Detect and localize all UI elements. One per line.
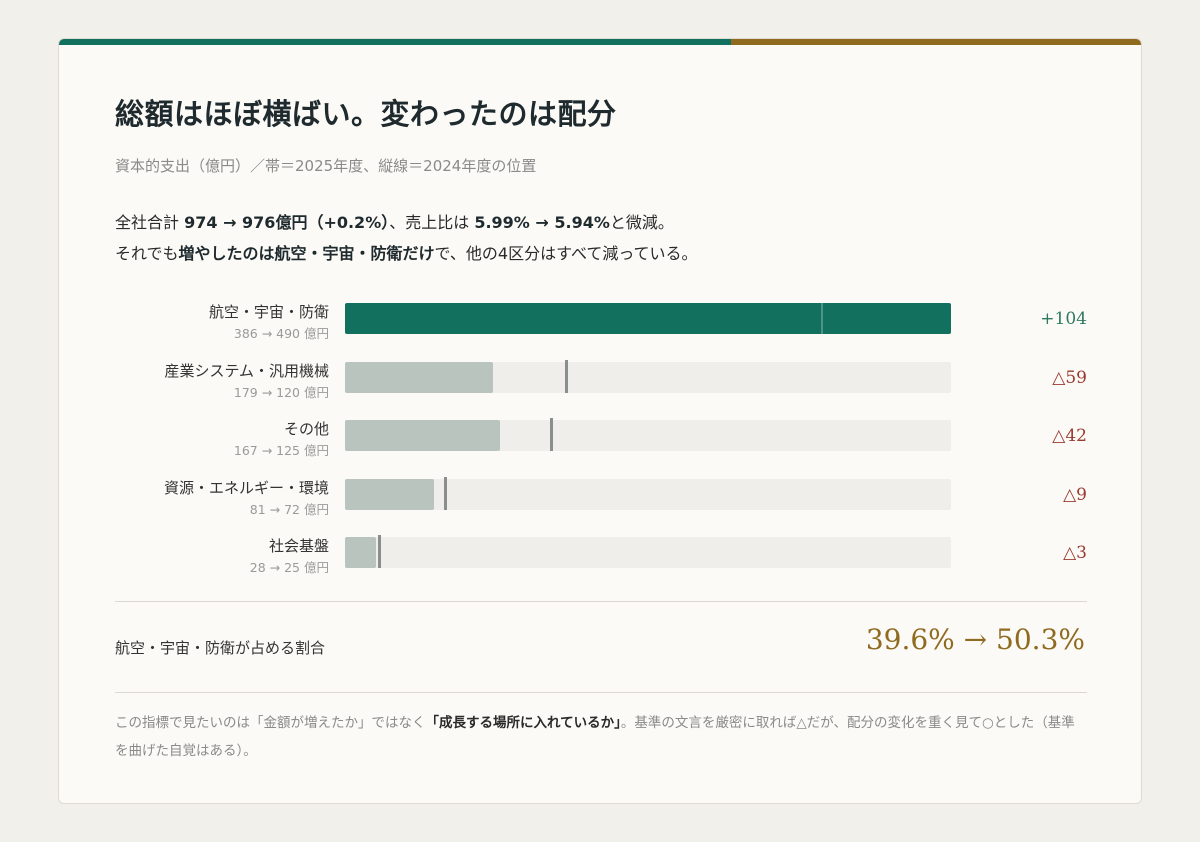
marker-2024 [443, 477, 447, 510]
accent-bar-green [59, 39, 731, 45]
lead-text-part: と微減。 [609, 213, 674, 232]
delta-label: +104 [1040, 309, 1087, 329]
lead-text-part: 、売上比は [389, 213, 475, 232]
marker-2024 [564, 360, 568, 393]
bar-track [345, 477, 951, 510]
bar-2025 [345, 537, 376, 568]
bar-track [345, 418, 951, 451]
category-values: 386 → 490 億円 [233, 326, 329, 341]
lead-emphasis: 増やしたのは航空・宇宙・防衛だけ [178, 244, 435, 263]
category-label: 社会基盤 [268, 537, 329, 555]
lead-line-2: それでも増やしたのは航空・宇宙・防衛だけで、他の4区分はすべて減っている。 [115, 238, 698, 269]
bar-row: 社会基盤 28 → 25 億円 △3 [115, 535, 1087, 587]
bar-row: 産業システム・汎用機械 179 → 120 億円 △59 [115, 360, 1087, 412]
bar-row: その他 167 → 125 億円 △42 [115, 418, 1087, 470]
lead-line-1: 全社合計 974 → 976億円（+0.2%）、売上比は 5.99% → 5.9… [115, 207, 698, 238]
total-change: 974 → 976億円（+0.2%） [184, 213, 390, 232]
divider [115, 601, 1087, 602]
category-label: 産業システム・汎用機械 [164, 362, 329, 380]
bar-row: 資源・エネルギー・環境 81 → 72 億円 △9 [115, 477, 1087, 529]
lead-text: 全社合計 974 → 976億円（+0.2%）、売上比は 5.99% → 5.9… [115, 207, 698, 269]
delta-label: △3 [1063, 543, 1087, 563]
bar-track [345, 535, 951, 568]
bar-2025 [345, 420, 500, 451]
chart-title: 総額はほぼ横ばい。変わったのは配分 [115, 97, 617, 131]
bar-2025 [345, 479, 435, 510]
category-label: 資源・エネルギー・環境 [163, 479, 329, 497]
share-value: 39.6% → 50.3% [865, 623, 1085, 656]
category-values: 81 → 72 億円 [249, 502, 329, 517]
delta-label: △59 [1052, 368, 1087, 388]
footnote-emphasis: 「成長する場所に入れているか」 [425, 715, 621, 731]
category-label: その他 [283, 420, 329, 438]
footnote-part: この指標で見たいのは「金額が増えたか」ではなく [115, 715, 426, 731]
marker-2024 [820, 301, 823, 334]
accent-bar [59, 39, 1141, 45]
accent-bar-gold [731, 39, 1141, 45]
lead-text-part: それでも [115, 244, 179, 263]
divider [115, 692, 1087, 693]
delta-label: △42 [1052, 426, 1087, 446]
lead-text-part: 全社合計 [115, 213, 185, 232]
chart-card: 総額はほぼ横ばい。変わったのは配分 資本的支出（億円）／帯＝2025年度、縦線＝… [58, 38, 1142, 804]
category-values: 179 → 120 億円 [233, 385, 329, 400]
category-values: 28 → 25 億円 [249, 560, 329, 575]
bar-2025 [345, 362, 494, 393]
category-values: 167 → 125 億円 [233, 443, 329, 458]
bar-2025 [345, 303, 951, 334]
bar-track [345, 360, 951, 393]
marker-2024 [550, 418, 554, 451]
footnote: この指標で見たいのは「金額が増えたか」ではなく「成長する場所に入れているか」。基… [115, 709, 1087, 765]
marker-2024 [378, 535, 382, 568]
lead-text-part: で、他の4区分はすべて減っている。 [434, 244, 698, 263]
bar-track [345, 301, 951, 334]
chart-subtitle: 資本的支出（億円）／帯＝2025年度、縦線＝2024年度の位置 [115, 157, 537, 175]
bar-row: 航空・宇宙・防衛 386 → 490 億円 +104 [115, 301, 1087, 353]
category-label: 航空・宇宙・防衛 [208, 303, 329, 321]
delta-label: △9 [1063, 485, 1087, 505]
sales-ratio-change: 5.99% → 5.94% [474, 213, 610, 232]
share-label: 航空・宇宙・防衛が占める割合 [115, 639, 326, 657]
